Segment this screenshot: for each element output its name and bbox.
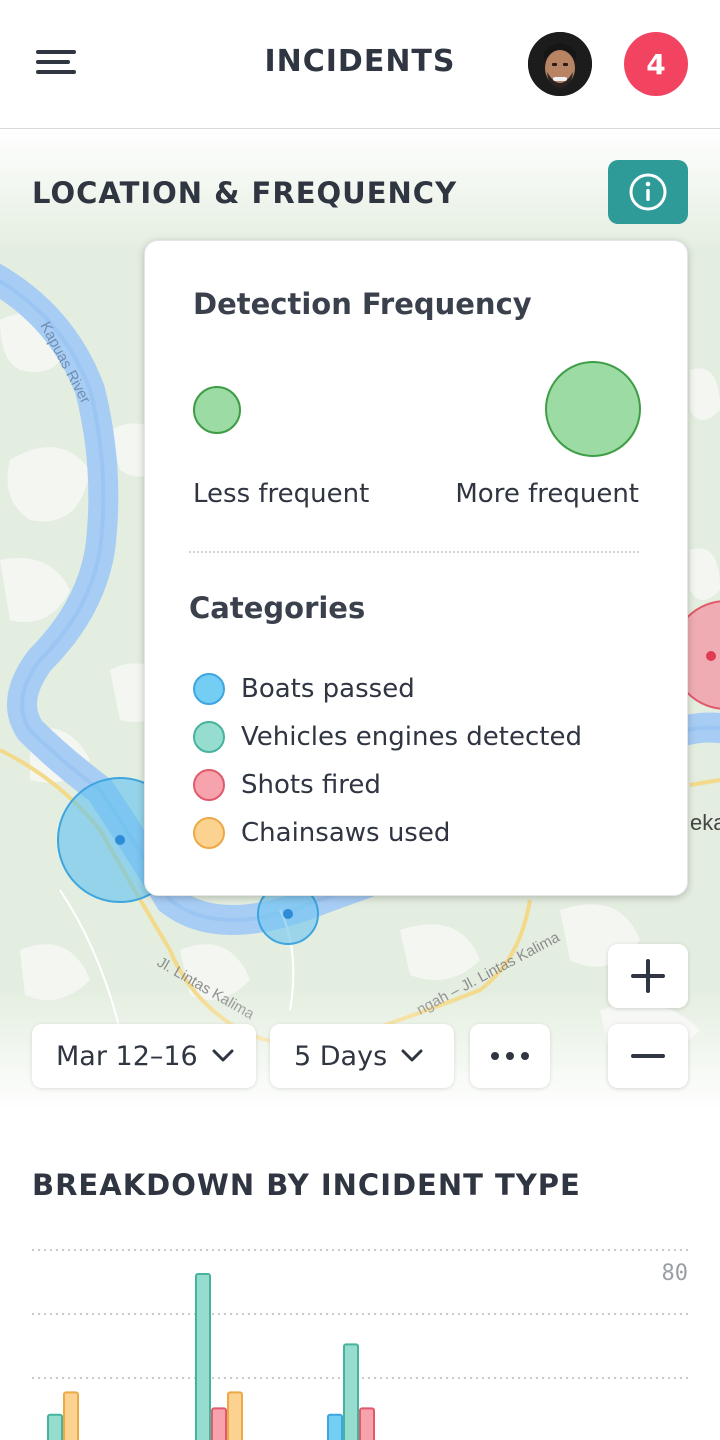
zoom-out-button[interactable] (608, 1024, 688, 1088)
category-item-boats: Boats passed (193, 669, 415, 709)
category-label: Vehicles engines detected (241, 722, 582, 752)
date-range-value: Mar 12–16 (56, 1040, 198, 1072)
info-button[interactable] (608, 160, 688, 224)
plus-icon (631, 959, 665, 993)
breakdown-chart: 80 (32, 1240, 688, 1440)
date-range-dropdown[interactable]: Mar 12–16 (32, 1024, 256, 1088)
legend-divider (189, 551, 639, 553)
category-label: Boats passed (241, 674, 415, 704)
section-title-breakdown: BREAKDOWN BY INCIDENT TYPE (32, 1168, 581, 1202)
y-tick-label: 80 (662, 1261, 689, 1286)
chart-bar[interactable] (343, 1343, 359, 1440)
zoom-in-button[interactable] (608, 944, 688, 1008)
incident-dot (115, 835, 125, 845)
chevron-down-icon (401, 1049, 423, 1062)
chart-bar[interactable] (63, 1391, 79, 1440)
chart-bar[interactable] (359, 1407, 375, 1440)
bar-chart: 80 (32, 1249, 689, 1440)
categories-title: Categories (189, 591, 366, 625)
frequency-title: Detection Frequency (193, 287, 532, 321)
more-options-button[interactable] (470, 1024, 550, 1088)
legend-popover: Detection Frequency Less frequent More f… (144, 240, 688, 896)
category-item-shots: Shots fired (193, 765, 381, 805)
vehicles-dot-icon (193, 721, 225, 753)
chart-bar[interactable] (211, 1407, 227, 1440)
chart-bar[interactable] (195, 1273, 211, 1440)
chart-bar[interactable] (47, 1413, 63, 1440)
chainsaws-dot-icon (193, 817, 225, 849)
chart-bar[interactable] (327, 1413, 343, 1440)
minus-icon (631, 1054, 665, 1058)
less-frequent-label: Less frequent (193, 479, 370, 509)
duration-dropdown[interactable]: 5 Days (270, 1024, 454, 1088)
category-item-chainsaws: Chainsaws used (193, 813, 450, 853)
boats-dot-icon (193, 673, 225, 705)
more-frequent-circle (545, 361, 641, 457)
category-label: Shots fired (241, 770, 381, 800)
category-item-vehicles: Vehicles engines detected (193, 717, 582, 757)
avatar[interactable] (528, 32, 592, 96)
section-title-location: LOCATION & FREQUENCY (32, 176, 458, 210)
map-section: Kapuas River Jl. Lintas Kalima ngah – Jl… (0, 130, 720, 1110)
category-label: Chainsaws used (241, 818, 451, 848)
incident-dot (706, 651, 716, 661)
shots-dot-icon (193, 769, 225, 801)
less-frequent-circle (193, 386, 241, 434)
info-icon (629, 173, 667, 211)
notification-badge[interactable]: 4 (624, 32, 688, 96)
page-title: INCIDENTS (264, 44, 456, 79)
duration-value: 5 Days (294, 1040, 388, 1072)
place-label: eka (690, 810, 720, 835)
chart-bar[interactable] (227, 1391, 243, 1440)
incident-dot (283, 909, 293, 919)
top-bar: INCIDENTS 4 (0, 0, 720, 129)
chevron-down-icon (212, 1049, 234, 1062)
more-frequent-label: More frequent (455, 479, 639, 509)
more-dots-icon (491, 1052, 529, 1060)
